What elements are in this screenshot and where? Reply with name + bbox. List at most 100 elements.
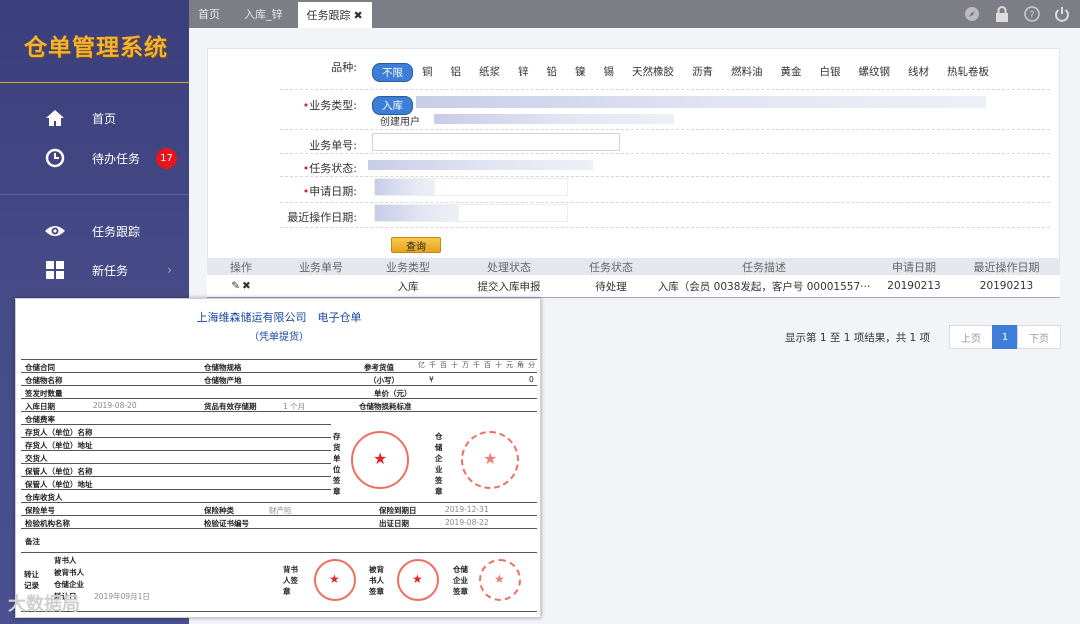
tab-task-tracking[interactable]: 任务跟踪 ✖ xyxy=(297,2,372,28)
task-table: 操作 业务单号 业务类型 处理状态 任务状态 任务描述 申请日期 最近操作日期 ✎ ✖ 入库 提… xyxy=(207,258,1060,298)
variety-option[interactable]: 白银 xyxy=(811,63,850,82)
variety-option[interactable]: 不限 xyxy=(372,63,413,82)
grid-icon xyxy=(44,259,66,281)
value: 2019-12-31 xyxy=(445,505,489,514)
digit-header: 万 xyxy=(462,361,469,369)
sidebar-item-label: 首页 xyxy=(92,111,117,126)
help-icon[interactable]: ? xyxy=(1024,6,1040,22)
divider xyxy=(0,194,189,195)
close-icon[interactable]: ✖ xyxy=(354,9,363,22)
todo-count-badge: 17 xyxy=(156,148,177,169)
last-op-date-range[interactable] xyxy=(374,204,568,222)
stamp-endorsee: ★ xyxy=(397,559,439,601)
row-actions: ✎ ✖ xyxy=(207,280,275,292)
tab-bar: 首页 入库_锌 任务跟踪 ✖ ? xyxy=(189,0,1080,28)
pagination-summary: 显示第 1 至 1 项结果，共 1 项 xyxy=(785,332,931,344)
query-button[interactable]: 查询 xyxy=(391,237,441,253)
created-by-label: 创建用户 xyxy=(380,117,420,128)
page-1-button[interactable]: 1 xyxy=(992,325,1018,349)
compass-icon[interactable] xyxy=(964,6,980,22)
power-icon[interactable] xyxy=(1054,6,1070,22)
apply-date-label: •申请日期: xyxy=(302,185,357,198)
label: 仓储企业 xyxy=(54,580,84,589)
tab-inbound-zinc[interactable]: 入库_锌 xyxy=(235,0,292,28)
sidebar-item-new-task[interactable]: 新任务 › xyxy=(44,258,184,282)
stamp-warehouse: ★ xyxy=(461,431,519,489)
table-row[interactable]: ✎ ✖ 入库 提交入库申报 待处理 入库（会员 0038发起，客户号 000015… xyxy=(207,275,1060,298)
table-header: 操作 业务单号 业务类型 处理状态 任务状态 任务描述 申请日期 最近操作日期 xyxy=(207,258,1060,275)
warehouse-receipt-preview: 上海维森储运有限公司 电子仓单 （凭单提货） 仓储合同 仓储物规格 参考货值 仓储物… xyxy=(15,298,541,618)
last-op-date-label: 最近操作日期: xyxy=(287,211,357,224)
sidebar-item-label: 任务跟踪 xyxy=(92,224,141,239)
column-header: 业务类型 xyxy=(386,260,430,274)
variety-option[interactable]: 天然橡胶 xyxy=(623,63,683,82)
label: ¥ xyxy=(429,375,434,384)
variety-option[interactable]: 燃料油 xyxy=(722,63,772,82)
variety-option[interactable]: 镍 xyxy=(566,63,595,82)
cell-process-status: 提交入库申报 xyxy=(477,280,541,293)
cell-task-status: 待处理 xyxy=(595,280,627,293)
variety-label: 品种: xyxy=(331,61,357,74)
label: 背书人 xyxy=(54,556,77,565)
sidebar-item-todo[interactable]: 待办任务 17 xyxy=(44,146,184,170)
digit-header: 千 xyxy=(473,361,480,369)
sidebar-item-tracking[interactable]: 任务跟踪 xyxy=(44,219,184,243)
cell-biz-type: 入库 xyxy=(397,280,419,293)
cell-apply-date: 20190213 xyxy=(887,280,941,292)
variety-option[interactable]: 纸浆 xyxy=(470,63,509,82)
tab-label: 首页 xyxy=(198,8,220,21)
next-page-button[interactable]: 下页 xyxy=(1017,325,1061,349)
task-status-label: •任务状态: xyxy=(302,162,357,175)
sidebar-item-label: 待办任务 xyxy=(92,151,141,166)
receipt-subtitle: （凭单提货） xyxy=(249,332,309,343)
variety-option[interactable]: 螺纹钢 xyxy=(850,63,900,82)
label: 被背书人 xyxy=(54,568,84,577)
biz-no-label: 业务单号: xyxy=(309,139,357,152)
divider xyxy=(0,82,189,83)
digit-header: 亿 xyxy=(418,361,425,369)
variety-option[interactable]: 铜 xyxy=(413,63,442,82)
transfer-label: 转让记录 xyxy=(24,570,39,590)
column-header: 最近操作日期 xyxy=(973,260,1040,274)
clock-icon xyxy=(44,147,66,169)
tab-home[interactable]: 首页 xyxy=(189,0,229,28)
column-header: 业务单号 xyxy=(299,260,343,274)
apply-date-range[interactable] xyxy=(374,178,568,196)
label: 备注 xyxy=(25,537,40,546)
tab-label: 入库_锌 xyxy=(244,8,283,21)
variety-option[interactable]: 沥青 xyxy=(683,63,722,82)
variety-option[interactable]: 铅 xyxy=(538,63,567,82)
digit-header: 百 xyxy=(440,361,447,369)
chevron-right-icon: › xyxy=(167,263,172,277)
prev-page-button[interactable]: 上页 xyxy=(949,325,993,349)
variety-option[interactable]: 铝 xyxy=(442,63,471,82)
digit-header: 十 xyxy=(495,361,502,369)
svg-text:?: ? xyxy=(1029,10,1034,21)
delete-icon[interactable]: ✖ xyxy=(242,280,251,292)
watermark: 大数据局 xyxy=(8,594,80,615)
digit-header: 十 xyxy=(451,361,458,369)
variety-option[interactable]: 锌 xyxy=(509,63,538,82)
stamp-label-warehouse-2: 仓储企业签章 xyxy=(453,565,468,596)
tab-label: 任务跟踪 xyxy=(306,9,351,22)
variety-option[interactable]: 线材 xyxy=(899,63,938,82)
home-icon xyxy=(44,107,66,129)
variety-option[interactable]: 黄金 xyxy=(772,63,811,82)
biz-no-input[interactable] xyxy=(372,133,620,151)
variety-option[interactable]: 热轧卷板 xyxy=(938,63,998,82)
variety-option[interactable]: 锡 xyxy=(595,63,624,82)
biz-type-options xyxy=(416,96,986,108)
amount-digits: 亿千百十万千百十元角分 xyxy=(416,360,537,370)
column-header: 任务描述 xyxy=(742,260,786,274)
label: 0 xyxy=(529,375,534,384)
sidebar-item-label: 新任务 xyxy=(92,263,129,278)
sidebar-item-home[interactable]: 首页 xyxy=(44,106,184,130)
digit-header: 元 xyxy=(506,361,513,369)
lock-icon[interactable] xyxy=(994,6,1010,22)
digit-header: 分 xyxy=(528,361,535,369)
edit-icon[interactable]: ✎ xyxy=(231,280,240,292)
column-header: 任务状态 xyxy=(589,260,633,274)
digit-header: 千 xyxy=(429,361,436,369)
receipt-title: 上海维森储运有限公司 电子仓单 xyxy=(196,311,362,324)
stamp-label-endorsee: 被背书人签章 xyxy=(369,565,384,596)
